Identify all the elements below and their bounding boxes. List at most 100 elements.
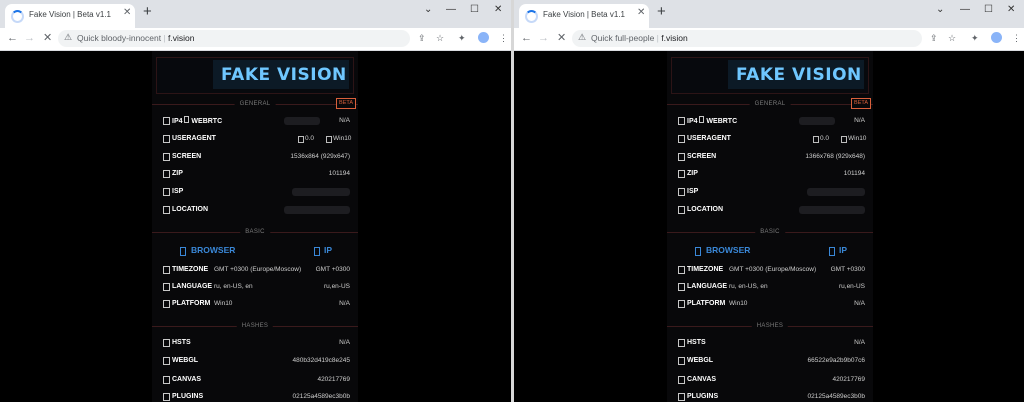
chevron-down-icon[interactable]: ⌄	[936, 5, 944, 15]
menu-icon[interactable]: ⋮	[499, 33, 508, 43]
share-icon[interactable]: ⇪	[418, 33, 426, 43]
menu-icon[interactable]: ⋮	[1012, 33, 1021, 43]
section-title: BASIC	[240, 227, 270, 237]
checkbox-icon[interactable]	[163, 188, 170, 196]
hsts-value: N/A	[854, 339, 865, 346]
screen-label: SCREEN	[172, 153, 202, 160]
checkbox-icon[interactable]	[678, 393, 685, 401]
checkbox-icon[interactable]	[163, 300, 170, 308]
tab-title: Fake Vision | Beta v1.1	[543, 10, 625, 19]
checkbox-icon[interactable]	[841, 136, 847, 143]
fake-vision-site: FAKE VISION GENERAL BETA IP4 WEBRTC N/A …	[667, 51, 873, 402]
forward-icon[interactable]: →	[24, 32, 35, 44]
url-text: f.vision	[661, 33, 688, 43]
omnibox-label: Quick full-people	[591, 33, 655, 43]
star-icon[interactable]: ☆	[948, 33, 956, 43]
redacted-isp-value	[807, 188, 865, 196]
warning-icon[interactable]: ⚠	[578, 32, 586, 43]
language-label: LANGUAGE	[687, 283, 728, 290]
page-viewport: FAKE VISION GENERAL BETA IP4 WEBRTC N/A …	[514, 51, 1024, 402]
checkbox-icon[interactable]	[678, 283, 685, 291]
checkbox-icon[interactable]	[678, 376, 685, 384]
row-webgl: WEBGL 480b32d419c8e245	[152, 355, 358, 367]
row-timezone: TIMEZONE GMT +0300 (Europe/Moscow) GMT +…	[667, 264, 873, 276]
checkbox-icon[interactable]	[678, 339, 685, 347]
checkbox-icon[interactable]	[163, 376, 170, 384]
minimize-icon[interactable]: —	[446, 5, 456, 15]
checkbox-icon[interactable]	[678, 357, 685, 365]
minimize-icon[interactable]: —	[960, 5, 970, 15]
warning-icon[interactable]: ⚠	[64, 32, 72, 43]
checkbox-icon[interactable]	[163, 135, 170, 143]
maximize-icon[interactable]: ☐	[470, 5, 479, 15]
checkbox-icon[interactable]	[184, 116, 190, 123]
stop-icon[interactable]: ✕	[43, 32, 52, 44]
canvas-label: CANVAS	[687, 376, 717, 383]
checkbox-icon[interactable]	[163, 357, 170, 365]
checkbox-icon[interactable]	[163, 153, 170, 161]
webgl-value: 480b32d419c8e245	[292, 357, 350, 364]
language-browser-value: ru, en-US, en	[214, 283, 253, 290]
extensions-icon[interactable]: ✦	[971, 33, 979, 43]
tab-close-icon[interactable]: ✕	[637, 8, 645, 18]
forward-icon[interactable]: →	[538, 32, 549, 44]
checkbox-icon[interactable]	[326, 136, 332, 143]
checkbox-icon[interactable]	[678, 206, 685, 214]
webrtc-value: N/A	[854, 117, 865, 124]
row-basic-headers: BROWSER IP	[152, 244, 358, 258]
checkbox-icon[interactable]	[678, 300, 685, 308]
checkbox-icon[interactable]	[163, 339, 170, 347]
checkbox-icon[interactable]	[180, 247, 186, 256]
timezone-ip-value: GMT +0300	[315, 266, 350, 273]
checkbox-icon[interactable]	[678, 170, 685, 178]
checkbox-icon[interactable]	[678, 188, 685, 196]
checkbox-icon[interactable]	[163, 206, 170, 214]
checkbox-icon[interactable]	[163, 283, 170, 291]
checkbox-icon[interactable]	[699, 116, 705, 123]
checkbox-icon[interactable]	[813, 136, 819, 143]
url-text: f.vision	[168, 33, 195, 43]
checkbox-icon[interactable]	[163, 117, 170, 125]
hsts-label: HSTS	[172, 339, 191, 346]
site-logo[interactable]: FAKE VISION	[156, 57, 354, 94]
checkbox-icon[interactable]	[678, 153, 685, 161]
checkbox-icon[interactable]	[163, 170, 170, 178]
checkbox-icon[interactable]	[678, 117, 685, 125]
checkbox-icon[interactable]	[678, 135, 685, 143]
profile-icon[interactable]	[991, 32, 1002, 43]
new-tab-button[interactable]: +	[657, 4, 666, 20]
back-icon[interactable]: ←	[7, 32, 18, 44]
ip-header: IP	[324, 245, 333, 255]
checkbox-icon[interactable]	[163, 266, 170, 274]
new-tab-button[interactable]: +	[143, 4, 152, 20]
screen-label: SCREEN	[687, 153, 717, 160]
row-basic-headers: BROWSER IP	[667, 244, 873, 258]
browser-tab[interactable]: Fake Vision | Beta v1.1 ✕	[5, 4, 135, 28]
language-ip-value: ru,en-US	[838, 283, 865, 290]
stop-icon[interactable]: ✕	[557, 32, 566, 44]
share-icon[interactable]: ⇪	[930, 33, 938, 43]
address-bar[interactable]: ⚠ Quick full-people | f.vision	[572, 30, 922, 47]
chevron-down-icon[interactable]: ⌄	[424, 5, 432, 15]
browser-tab[interactable]: Fake Vision | Beta v1.1 ✕	[519, 4, 649, 28]
tab-close-icon[interactable]: ✕	[123, 8, 131, 18]
checkbox-icon[interactable]	[829, 247, 835, 256]
isp-label: ISP	[172, 188, 184, 195]
site-logo[interactable]: FAKE VISION	[671, 57, 869, 94]
maximize-icon[interactable]: ☐	[984, 5, 993, 15]
extensions-icon[interactable]: ✦	[458, 33, 466, 43]
checkbox-icon[interactable]	[163, 393, 170, 401]
checkbox-icon[interactable]	[298, 136, 304, 143]
back-icon[interactable]: ←	[521, 32, 532, 44]
star-icon[interactable]: ☆	[436, 33, 444, 43]
browser-window-right: Fake Vision | Beta v1.1 ✕ + ⌄ — ☐ ✕ ← → …	[514, 0, 1024, 402]
language-ip-value: ru,en-US	[323, 283, 350, 290]
close-icon[interactable]: ✕	[494, 5, 502, 15]
row-canvas: CANVAS 420217769	[152, 374, 358, 386]
close-icon[interactable]: ✕	[1007, 5, 1015, 15]
address-bar[interactable]: ⚠ Quick bloody-innocent | f.vision	[58, 30, 410, 47]
checkbox-icon[interactable]	[678, 266, 685, 274]
checkbox-icon[interactable]	[314, 247, 320, 256]
checkbox-icon[interactable]	[695, 247, 701, 256]
profile-icon[interactable]	[478, 32, 489, 43]
